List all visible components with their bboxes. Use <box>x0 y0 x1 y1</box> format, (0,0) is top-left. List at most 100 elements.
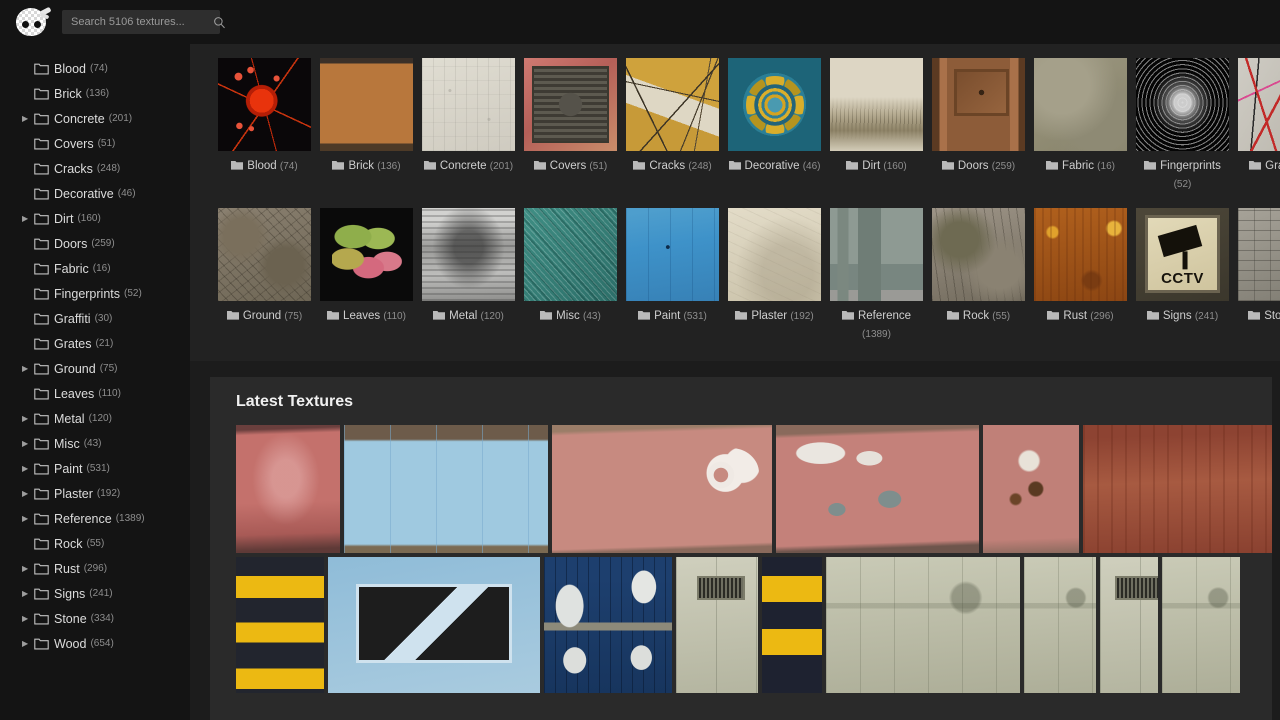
category-cell-metal[interactable]: Metal (120) <box>422 207 515 344</box>
cctv-sign-thumb[interactable]: CCTV <box>1136 207 1229 301</box>
shipping-container-doors-texture[interactable] <box>544 557 672 693</box>
category-cell-ground[interactable]: Ground (75) <box>218 207 311 344</box>
expand-arrow-icon[interactable]: ▶ <box>22 114 34 123</box>
expand-arrow-icon[interactable]: ▶ <box>22 614 34 623</box>
plaster-wall-thumb[interactable] <box>728 207 821 301</box>
sidebar-item-rust[interactable]: ▶ Rust (296) <box>0 556 190 581</box>
expand-arrow-icon[interactable]: ▶ <box>22 439 34 448</box>
category-cell-fabric[interactable]: Fabric (16) <box>1034 58 1127 194</box>
sidebar-item-grates[interactable]: ▶Grates(21) <box>0 331 190 356</box>
expand-arrow-icon[interactable]: ▶ <box>22 464 34 473</box>
sidebar-item-dirt[interactable]: ▶ Dirt (160) <box>0 206 190 231</box>
category-cell-brick[interactable]: Brick (136) <box>320 58 413 194</box>
sidebar-item-fabric[interactable]: ▶Fabric(16) <box>0 256 190 281</box>
concrete-surface-thumb[interactable] <box>422 58 515 151</box>
category-cell-leaves[interactable]: Leaves (110) <box>320 207 413 344</box>
leaves-thumb[interactable] <box>320 207 413 301</box>
sidebar-item-covers[interactable]: ▶Covers(51) <box>0 131 190 156</box>
red-rust-panel-texture[interactable] <box>1083 425 1272 553</box>
sidebar-item-fingerprints[interactable]: ▶Fingerprints(52) <box>0 281 190 306</box>
sidebar-item-metal[interactable]: ▶ Metal (120) <box>0 406 190 431</box>
wooden-door-thumb[interactable] <box>932 58 1025 151</box>
fingerprint-thumb[interactable] <box>1136 58 1229 151</box>
rusted-metal-thumb[interactable] <box>1034 207 1127 301</box>
expand-arrow-icon[interactable]: ▶ <box>22 414 34 423</box>
expand-arrow-icon[interactable]: ▶ <box>22 589 34 598</box>
search-box[interactable] <box>62 10 225 34</box>
pink-peeling-small-texture[interactable] <box>983 425 1080 553</box>
cloth-fabric-thumb[interactable] <box>1034 58 1127 151</box>
category-cell-doors[interactable]: Doors (259) <box>932 58 1025 194</box>
blood-splatter-thumb[interactable] <box>218 58 311 151</box>
category-cell-rust[interactable]: Rust (296) <box>1034 207 1127 344</box>
blue-machine-panel-texture[interactable] <box>328 557 540 693</box>
category-cell-rock[interactable]: Rock (55) <box>932 207 1025 344</box>
search-icon[interactable] <box>213 16 226 29</box>
sidebar-item-stone[interactable]: ▶ Stone (334) <box>0 606 190 631</box>
category-cell-concrete[interactable]: Concrete (201) <box>422 58 515 194</box>
category-cell-graffiti[interactable]: Graffiti (30) <box>1238 58 1280 194</box>
rock-face-thumb[interactable] <box>932 207 1025 301</box>
category-cell-decorative[interactable]: Decorative (46) <box>728 58 821 194</box>
ninja-logo-icon[interactable] <box>14 5 52 39</box>
category-cell-reference[interactable]: Reference (1389) <box>830 207 923 344</box>
category-cell-misc[interactable]: Misc (43) <box>524 207 617 344</box>
sidebar-item-graffiti[interactable]: ▶Graffiti(30) <box>0 306 190 331</box>
category-cell-dirt[interactable]: Dirt (160) <box>830 58 923 194</box>
sidebar-item-decorative[interactable]: ▶Decorative(46) <box>0 181 190 206</box>
category-cell-stone[interactable]: Stone (334) <box>1238 207 1280 344</box>
expand-arrow-icon[interactable]: ▶ <box>22 639 34 648</box>
sidebar-item-concrete[interactable]: ▶ Concrete (201) <box>0 106 190 131</box>
ornamental-tile-thumb[interactable] <box>728 58 821 151</box>
expand-arrow-icon[interactable]: ▶ <box>22 564 34 573</box>
pink-wall-texture[interactable] <box>236 425 341 553</box>
category-cell-covers[interactable]: Covers (51) <box>524 58 617 194</box>
sidebar-item-cracks[interactable]: ▶Cracks(248) <box>0 156 190 181</box>
category-cell-plaster[interactable]: Plaster (192) <box>728 207 821 344</box>
category-cell-paint[interactable]: Paint (531) <box>626 207 719 344</box>
sidebar-item-rock[interactable]: ▶Rock(55) <box>0 531 190 556</box>
category-cell-cracks[interactable]: Cracks (248) <box>626 58 719 194</box>
dirty-wall-thumb[interactable] <box>830 58 923 151</box>
weathered-green-door-texture[interactable] <box>1100 557 1158 693</box>
category-cell-fingerprints[interactable]: Fingerprints (52) <box>1136 58 1229 194</box>
blue-paint-thumb[interactable] <box>626 207 719 301</box>
yellow-black-bollard-texture[interactable] <box>762 557 822 693</box>
grey-vent-door-texture[interactable] <box>676 557 758 693</box>
sidebar-item-paint[interactable]: ▶ Paint (531) <box>0 456 190 481</box>
sidebar-item-signs[interactable]: ▶ Signs (241) <box>0 581 190 606</box>
stone-wall-thumb[interactable] <box>1238 207 1280 301</box>
orange-label-panel-texture[interactable] <box>1024 557 1096 693</box>
sidebar-item-plaster[interactable]: ▶ Plaster (192) <box>0 481 190 506</box>
green-metal-doors-texture[interactable] <box>826 557 1020 693</box>
weathered-metal-thumb[interactable] <box>422 207 515 301</box>
sidebar-item-count: (334) <box>90 613 115 624</box>
sidebar-item-blood[interactable]: ▶Blood(74) <box>0 56 190 81</box>
category-cell-signs[interactable]: CCTV Signs (241) <box>1136 207 1229 344</box>
brick-wall-thumb[interactable] <box>320 58 413 151</box>
sidebar-item-brick[interactable]: ▶Brick(136) <box>0 81 190 106</box>
expand-arrow-icon[interactable]: ▶ <box>22 489 34 498</box>
sidebar-item-doors[interactable]: ▶Doors(259) <box>0 231 190 256</box>
machinery-reference-thumb[interactable] <box>830 207 923 301</box>
manhole-cover-thumb[interactable] <box>524 58 617 151</box>
ground-soil-thumb[interactable] <box>218 207 311 301</box>
pale-green-panel-texture[interactable] <box>1162 557 1240 693</box>
pink-wall-cloud-mural-texture[interactable] <box>551 425 772 553</box>
expand-arrow-icon[interactable]: ▶ <box>22 514 34 523</box>
search-input[interactable] <box>71 16 213 28</box>
blue-garage-door-texture[interactable] <box>344 425 548 553</box>
yellow-black-stripe-barrier-texture[interactable] <box>236 557 324 693</box>
pink-peeling-wall-texture[interactable] <box>775 425 980 553</box>
expand-arrow-icon[interactable]: ▶ <box>22 364 34 373</box>
sidebar-item-ground[interactable]: ▶ Ground (75) <box>0 356 190 381</box>
graffiti-thumb[interactable] <box>1238 58 1280 151</box>
sidebar-item-reference[interactable]: ▶ Reference (1389) <box>0 506 190 531</box>
expand-arrow-icon[interactable]: ▶ <box>22 214 34 223</box>
cracked-paint-thumb[interactable] <box>626 58 719 151</box>
sidebar-item-leaves[interactable]: ▶Leaves(110) <box>0 381 190 406</box>
teal-brushed-thumb[interactable] <box>524 207 617 301</box>
sidebar-item-wood[interactable]: ▶ Wood (654) <box>0 631 190 656</box>
category-cell-blood[interactable]: Blood (74) <box>218 58 311 194</box>
sidebar-item-misc[interactable]: ▶ Misc (43) <box>0 431 190 456</box>
